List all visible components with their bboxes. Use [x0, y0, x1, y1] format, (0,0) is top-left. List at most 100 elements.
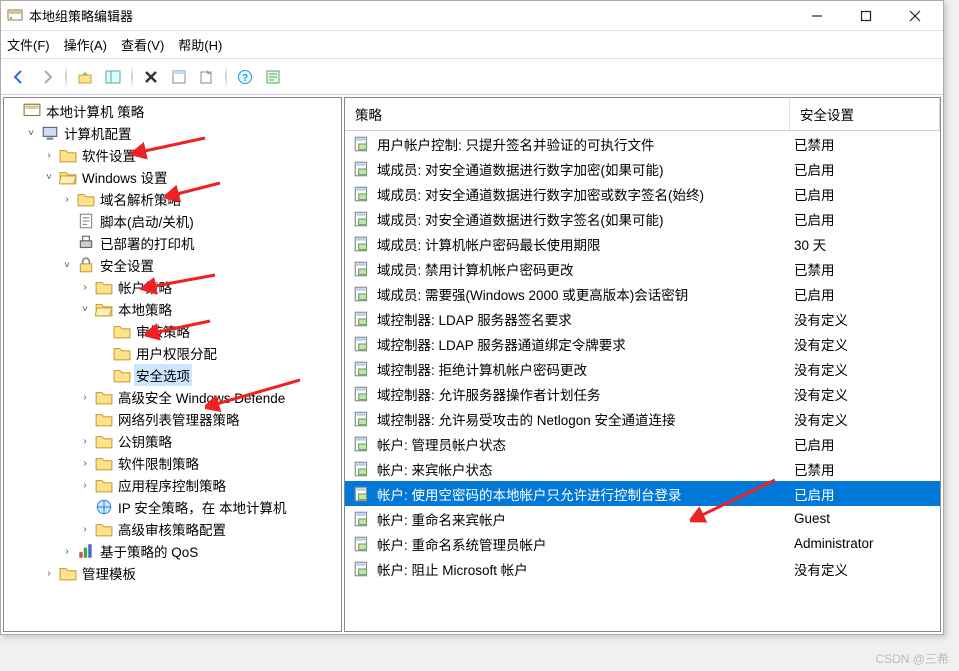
tree-scripts[interactable]: 脚本(启动/关机) [60, 210, 339, 232]
policy-row[interactable]: 帐户: 重命名系统管理员帐户Administrator [345, 531, 940, 556]
policy-name: 帐户: 重命名系统管理员帐户 [377, 534, 790, 554]
policy-item-icon [353, 135, 371, 153]
minimize-button[interactable] [794, 2, 839, 30]
tree-security-settings[interactable]: ˅安全设置 [60, 254, 339, 276]
tree-account-policies[interactable]: ›帐户策略 [78, 276, 339, 298]
tree-local-policies[interactable]: ˅本地策略 [78, 298, 339, 320]
policy-row[interactable]: 域成员: 计算机帐户密码最长使用期限30 天 [345, 231, 940, 256]
menubar: 文件(F) 操作(A) 查看(V) 帮助(H) [1, 31, 943, 59]
show-hide-console-tree-button[interactable] [101, 65, 125, 89]
folder-icon [113, 322, 131, 340]
tree-user-rights[interactable]: 用户权限分配 [96, 342, 339, 364]
policy-row[interactable]: 域控制器: 拒绝计算机帐户密码更改没有定义 [345, 356, 940, 381]
expand-icon[interactable]: › [42, 568, 56, 579]
export-list-button[interactable] [195, 65, 219, 89]
close-button[interactable] [892, 2, 937, 30]
menu-view[interactable]: 查看(V) [121, 35, 164, 54]
tree-windows-settings[interactable]: ˅Windows 设置 [42, 166, 339, 188]
tree-root[interactable]: 本地计算机 策略 [6, 100, 339, 122]
collapse-icon[interactable]: ˅ [60, 260, 74, 271]
folder-icon [95, 278, 113, 296]
maximize-button[interactable] [843, 2, 888, 30]
tree-admin-templates[interactable]: ›管理模板 [42, 562, 339, 584]
collapse-icon[interactable]: ˅ [24, 128, 38, 139]
folder-icon [77, 190, 95, 208]
policy-row[interactable]: 帐户: 管理员帐户状态已启用 [345, 431, 940, 456]
collapse-icon[interactable]: ˅ [78, 304, 92, 315]
menu-file[interactable]: 文件(F) [7, 35, 50, 54]
folder-icon [113, 366, 131, 384]
policy-row[interactable]: 帐户: 来宾帐户状态已禁用 [345, 456, 940, 481]
tree-printers[interactable]: 已部署的打印机 [60, 232, 339, 254]
folder-icon [95, 454, 113, 472]
tree-adv-audit[interactable]: ›高级审核策略配置 [78, 518, 339, 540]
policy-row[interactable]: 域控制器: 允许易受攻击的 Netlogon 安全通道连接没有定义 [345, 406, 940, 431]
tree-dns-policy[interactable]: ›域名解析策略 [60, 188, 339, 210]
up-button[interactable] [73, 65, 97, 89]
tree-win-defender[interactable]: ›高级安全 Windows Defende [78, 386, 339, 408]
policy-item-icon [353, 535, 371, 553]
console-tree[interactable]: 本地计算机 策略 ˅计算机配置 ›软件设置 ˅Windows 设置 ›域名解析策… [3, 97, 342, 632]
policy-list[interactable]: 用户帐户控制: 只提升签名并验证的可执行文件已禁用域成员: 对安全通道数据进行数… [345, 131, 940, 631]
policy-name: 域控制器: 允许服务器操作者计划任务 [377, 384, 790, 404]
tree-software-restriction[interactable]: ›软件限制策略 [78, 452, 339, 474]
policy-row[interactable]: 用户帐户控制: 只提升签名并验证的可执行文件已禁用 [345, 131, 940, 156]
menu-action[interactable]: 操作(A) [64, 35, 107, 54]
policy-row[interactable]: 帐户: 阻止 Microsoft 帐户没有定义 [345, 556, 940, 581]
policy-row[interactable]: 域控制器: LDAP 服务器通道绑定令牌要求没有定义 [345, 331, 940, 356]
policy-row[interactable]: 域成员: 对安全通道数据进行数字加密或数字签名(始终)已启用 [345, 181, 940, 206]
filter-button[interactable] [261, 65, 285, 89]
back-button[interactable] [7, 65, 31, 89]
tree-qos[interactable]: ›基于策略的 QoS [60, 540, 339, 562]
column-security-setting[interactable]: 安全设置 [790, 98, 940, 130]
policy-value: 已启用 [790, 209, 940, 229]
tree-software-settings[interactable]: ›软件设置 [42, 144, 339, 166]
folder-open-icon [59, 168, 77, 186]
gpedit-icon [23, 102, 41, 120]
policy-value: 已禁用 [790, 459, 940, 479]
policy-row[interactable]: 帐户: 重命名来宾帐户Guest [345, 506, 940, 531]
forward-button[interactable] [35, 65, 59, 89]
tree-pki[interactable]: ›公钥策略 [78, 430, 339, 452]
policy-item-icon [353, 360, 371, 378]
column-policy[interactable]: 策略 [345, 98, 790, 130]
policy-row[interactable]: 域成员: 对安全通道数据进行数字加密(如果可能)已启用 [345, 156, 940, 181]
policy-row[interactable]: 域成员: 对安全通道数据进行数字签名(如果可能)已启用 [345, 206, 940, 231]
help-button[interactable]: ? [233, 65, 257, 89]
policy-row[interactable]: 域控制器: 允许服务器操作者计划任务没有定义 [345, 381, 940, 406]
policy-value: Administrator [790, 536, 940, 551]
tree-ipsec[interactable]: IP 安全策略，在 本地计算机 [78, 496, 339, 518]
expand-icon[interactable]: › [60, 546, 74, 557]
expand-icon[interactable]: › [78, 524, 92, 535]
policy-row[interactable]: 帐户: 使用空密码的本地帐户只允许进行控制台登录已启用 [345, 481, 940, 506]
policy-item-icon [353, 435, 371, 453]
policy-item-icon [353, 560, 371, 578]
menu-help[interactable]: 帮助(H) [178, 35, 222, 54]
policy-item-icon [353, 510, 371, 528]
tree-network-list[interactable]: 网络列表管理器策略 [78, 408, 339, 430]
policy-value: 没有定义 [790, 359, 940, 379]
expand-icon[interactable]: › [78, 480, 92, 491]
policy-row[interactable]: 域成员: 禁用计算机帐户密码更改已禁用 [345, 256, 940, 281]
separator-icon [65, 65, 67, 89]
tree-audit-policy[interactable]: 审核策略 [96, 320, 339, 342]
policy-row[interactable]: 域成员: 需要强(Windows 2000 或更高版本)会话密钥已启用 [345, 281, 940, 306]
security-icon [77, 256, 95, 274]
policy-name: 帐户: 阻止 Microsoft 帐户 [377, 559, 790, 579]
column-headers[interactable]: 策略 安全设置 [345, 98, 940, 131]
tree-security-options[interactable]: 安全选项 [96, 364, 339, 386]
expand-icon[interactable]: › [78, 436, 92, 447]
properties-button[interactable] [167, 65, 191, 89]
policy-name: 域控制器: 允许易受攻击的 Netlogon 安全通道连接 [377, 409, 790, 429]
collapse-icon[interactable]: ˅ [42, 172, 56, 183]
delete-button[interactable] [139, 65, 163, 89]
expand-icon[interactable]: › [42, 150, 56, 161]
tree-computer-config[interactable]: ˅计算机配置 [24, 122, 339, 144]
expand-icon[interactable]: › [60, 194, 74, 205]
expand-icon[interactable]: › [78, 458, 92, 469]
policy-row[interactable]: 域控制器: LDAP 服务器签名要求没有定义 [345, 306, 940, 331]
policy-item-icon [353, 485, 371, 503]
expand-icon[interactable]: › [78, 282, 92, 293]
expand-icon[interactable]: › [78, 392, 92, 403]
tree-app-control[interactable]: ›应用程序控制策略 [78, 474, 339, 496]
